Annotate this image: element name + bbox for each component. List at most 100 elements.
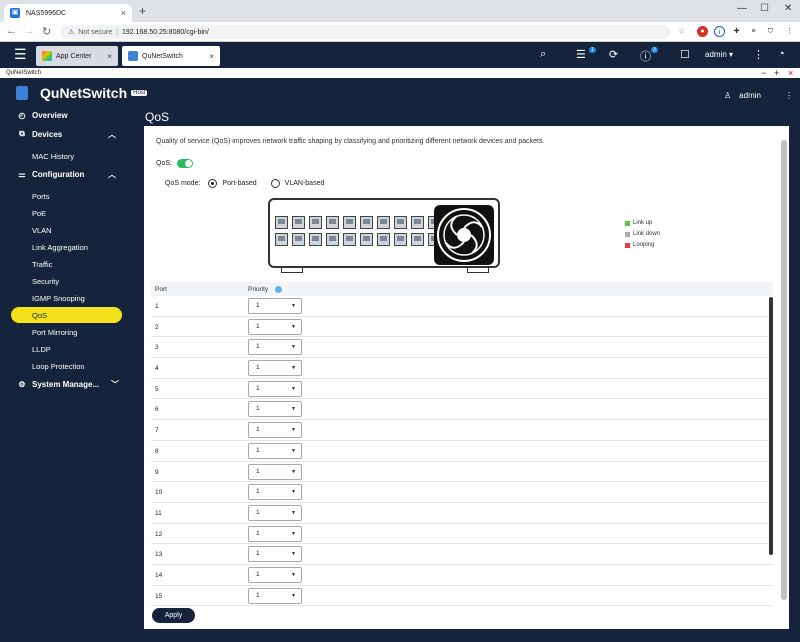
extension-badge-icon[interactable]: ⛉ <box>765 26 776 37</box>
bookmark-star-icon[interactable]: ☆ <box>676 26 687 37</box>
sidebar-item-loop-protection[interactable]: Loop Protection <box>32 362 85 371</box>
priority-select[interactable]: 1 ▼ <box>248 380 302 397</box>
dropdown-arrow-icon: ▼ <box>291 509 296 516</box>
sidebar-item-ports[interactable]: Ports <box>32 192 50 201</box>
sidebar-item-qos[interactable]: QoS <box>32 311 47 320</box>
priority-select[interactable]: 1 ▼ <box>248 318 302 335</box>
sidebar-item-vlan[interactable]: VLAN <box>32 226 52 235</box>
priority-select[interactable]: 1 ▼ <box>248 360 302 377</box>
table-row: 6 1 ▼ <box>151 399 773 421</box>
sidebar-item-configuration[interactable]: ⚌ Configuration ︿ <box>16 170 126 179</box>
qts-user-menu[interactable]: admin ▾ <box>705 50 733 59</box>
priority-select[interactable]: 1 ▼ <box>248 587 302 604</box>
sidebar-item-system-management[interactable]: ⚙ System Manage... ﹀ <box>16 380 126 389</box>
new-tab-button[interactable]: + <box>139 4 146 18</box>
priority-value: 1 <box>256 302 260 309</box>
close-window-icon[interactable]: ✕ <box>784 3 792 14</box>
app-minimize-icon[interactable]: − <box>761 68 766 78</box>
sidebar-item-mac-history[interactable]: MAC History <box>32 152 74 161</box>
qts-tab-app-center[interactable]: App Center × <box>36 46 118 66</box>
table-scrollbar[interactable] <box>769 297 773 555</box>
switch-port-icon[interactable] <box>309 233 322 246</box>
table-row: 14 1 ▼ <box>151 565 773 586</box>
sidebar-item-igmp-snooping[interactable]: IGMP Snooping <box>32 294 85 303</box>
switch-port-icon[interactable] <box>360 233 373 246</box>
extension-puzzle-icon[interactable]: ✚ <box>731 26 742 37</box>
switch-port-icon[interactable] <box>326 216 339 229</box>
more-options-icon[interactable]: ⋮ <box>753 48 764 61</box>
gauge-icon: ◴ <box>18 111 26 120</box>
dashboard-icon[interactable]: ◔ <box>778 48 785 60</box>
forward-icon[interactable]: → <box>24 25 35 37</box>
app-more-icon[interactable]: ⋮ <box>785 91 793 100</box>
sidebar-item-lldp[interactable]: LLDP <box>32 345 51 354</box>
priority-select[interactable]: 1 ▼ <box>248 298 302 314</box>
sidebar-item-security[interactable]: Security <box>32 277 59 286</box>
app-user-menu[interactable]: ♙ admin ⋮ <box>724 91 793 100</box>
priority-select[interactable]: 1 ▼ <box>248 525 302 542</box>
priority-select[interactable]: 1 ▼ <box>248 504 302 521</box>
switch-port-icon[interactable] <box>275 216 288 229</box>
sidebar-item-devices[interactable]: ⧉ Devices ︿ <box>16 129 126 139</box>
switch-port-icon[interactable] <box>377 233 390 246</box>
switch-port-icon[interactable] <box>377 216 390 229</box>
switch-port-icon[interactable] <box>360 216 373 229</box>
qos-toggle-row: QoS: <box>156 159 193 168</box>
priority-value: 1 <box>256 529 260 537</box>
app-maximize-icon[interactable]: + <box>774 68 779 78</box>
close-qts-tab-icon[interactable]: × <box>209 52 214 61</box>
external-devices-icon[interactable]: ⟳ <box>609 48 618 61</box>
switch-port-icon[interactable] <box>326 233 339 246</box>
minimize-window-icon[interactable]: — <box>737 3 747 14</box>
reload-icon[interactable]: ↻ <box>42 25 51 38</box>
browser-menu-icon[interactable]: ⋮ <box>784 26 795 37</box>
sidebar-item-poe[interactable]: PoE <box>32 209 46 218</box>
switch-port-icon[interactable] <box>292 233 305 246</box>
close-tab-icon[interactable]: × <box>121 8 126 18</box>
user-avatar-icon[interactable]: ☐ <box>680 48 690 61</box>
qos-toggle[interactable] <box>176 159 193 168</box>
panel-scrollbar[interactable] <box>781 140 787 600</box>
table-row: 2 1 ▼ <box>151 317 773 338</box>
maximize-window-icon[interactable]: ☐ <box>760 3 769 14</box>
switch-port-icon[interactable] <box>292 216 305 229</box>
radio-vlan-based[interactable] <box>270 179 280 188</box>
switch-port-icon[interactable] <box>411 233 424 246</box>
extension-list-icon[interactable]: ≡ <box>748 26 759 37</box>
priority-select[interactable]: 1 ▼ <box>248 566 302 583</box>
sidebar-item-overview[interactable]: ◴ Overview <box>16 111 68 120</box>
switch-port-icon[interactable] <box>394 216 407 229</box>
back-icon[interactable]: ← <box>6 25 17 37</box>
switch-port-icon[interactable] <box>343 233 356 246</box>
switch-port-icon[interactable] <box>394 233 407 246</box>
close-qts-tab-icon[interactable]: × <box>107 52 112 61</box>
priority-select[interactable]: 1 ▼ <box>248 442 302 459</box>
devices-icon: ⧉ <box>19 129 25 138</box>
switch-port-icon[interactable] <box>309 216 322 229</box>
priority-select[interactable]: 1 ▼ <box>248 484 302 501</box>
priority-select[interactable]: 1 ▼ <box>248 339 302 356</box>
priority-select[interactable]: 1 ▼ <box>248 463 302 480</box>
app-close-icon[interactable]: × <box>788 68 793 78</box>
sidebar-item-link-aggregation[interactable]: Link Aggregation <box>32 243 88 252</box>
sidebar-item-traffic[interactable]: Traffic <box>32 260 52 269</box>
switch-port-icon[interactable] <box>411 216 424 229</box>
address-bar[interactable]: ⚠ Not secure | 192.168.50.25:8080/cgi-bi… <box>60 25 670 39</box>
priority-select[interactable]: 1 ▼ <box>248 546 302 563</box>
switch-port-icon[interactable] <box>343 216 356 229</box>
main-menu-icon[interactable]: ☰ <box>14 46 27 63</box>
event-notifications-icon[interactable]: ⓘ <box>640 48 651 64</box>
sidebar-item-port-mirroring[interactable]: Port Mirroring <box>32 328 77 337</box>
priority-select[interactable]: 1 ▼ <box>248 401 302 418</box>
radio-port-based[interactable] <box>208 179 218 188</box>
extension-red-icon[interactable]: ● <box>697 26 708 37</box>
switch-port-icon[interactable] <box>275 233 288 246</box>
extension-info-icon[interactable]: i <box>714 26 725 37</box>
qts-tab-qunetswitch[interactable]: QuNetSwitch × <box>122 46 220 66</box>
search-icon[interactable]: ⌕ <box>540 48 546 61</box>
info-icon[interactable] <box>275 286 282 293</box>
background-tasks-icon[interactable]: ☰ <box>576 48 586 61</box>
browser-tab[interactable]: ▣ NAS5996DC × <box>4 4 132 22</box>
priority-select[interactable]: 1 ▼ <box>248 422 302 439</box>
apply-button[interactable]: Apply <box>152 608 195 623</box>
